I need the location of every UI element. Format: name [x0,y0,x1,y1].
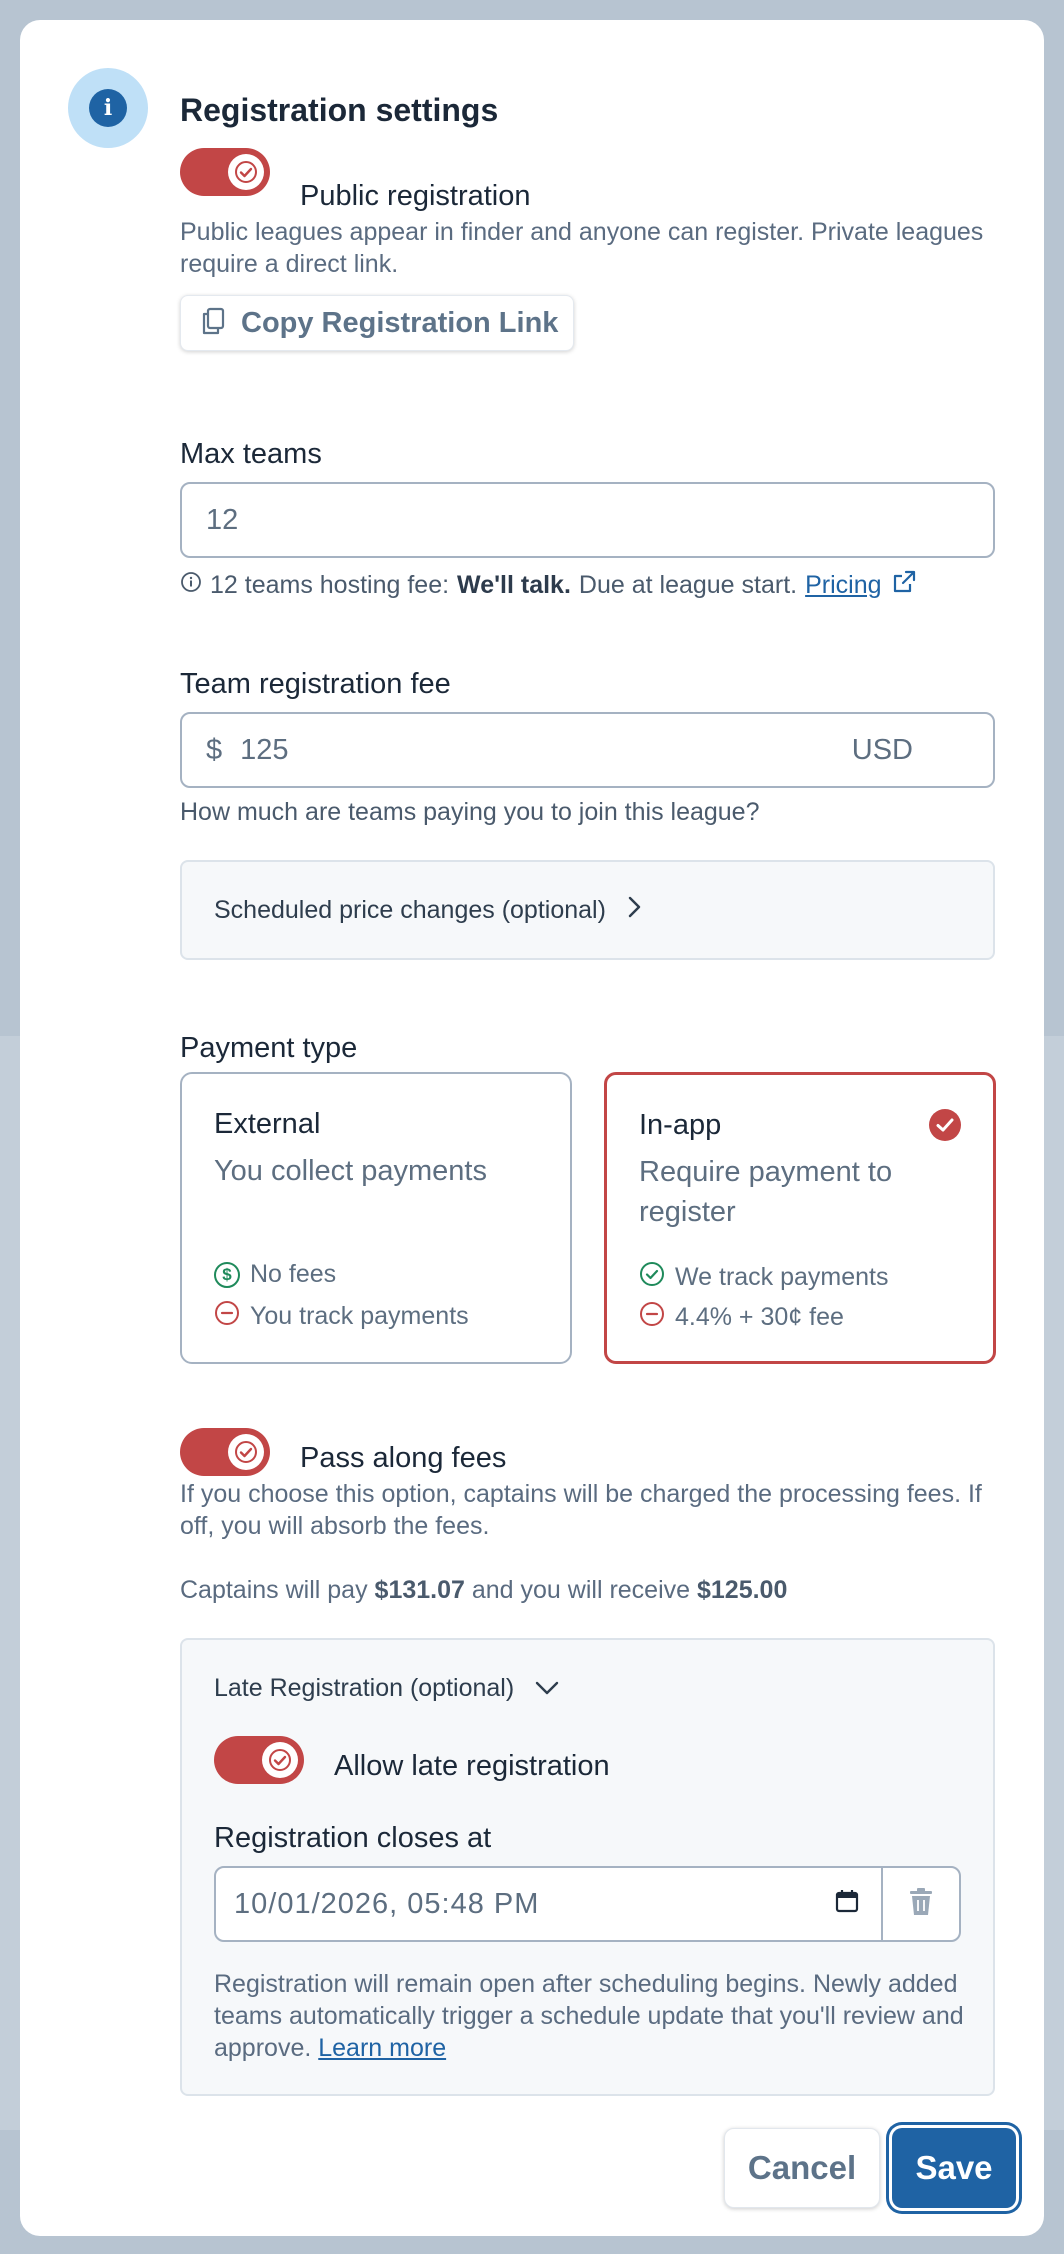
info-circle-icon [180,571,202,600]
you-receive-amount: $125.00 [697,1576,788,1604]
scheduled-price-changes-label: Scheduled price changes (optional) [214,896,606,924]
captain-pays-amount: $131.07 [374,1576,465,1604]
payment-option-con-text: You track payments [250,1302,469,1330]
late-registration-toggle[interactable] [214,1736,304,1784]
datetime-value: 10/01/2026, 05:48 PM [234,1887,540,1920]
team-fee-hint: How much are teams paying you to join th… [180,798,760,826]
selected-check-icon [929,1109,961,1146]
payment-option-pro: $ No fees [214,1260,336,1289]
learn-more-link[interactable]: Learn more [318,2034,446,2062]
payment-option-external[interactable]: External You collect payments $ No fees … [180,1072,572,1364]
registration-closes-field: 10/01/2026, 05:48 PM [214,1866,961,1942]
payment-type-label: Payment type [180,1032,358,1064]
save-button[interactable]: Save [892,2128,1016,2208]
payment-option-in-app[interactable]: In-app Require payment to register We tr… [604,1072,996,1364]
team-fee-input[interactable]: $ 125 USD [180,712,995,788]
pass-fees-description: If you choose this option, captains will… [180,1480,982,1540]
payment-option-title: In-app [639,1109,722,1141]
payment-option-pro: We track payments [639,1261,889,1294]
check-icon [262,1742,298,1778]
public-registration-toggle[interactable] [180,148,270,196]
payment-option-pro-text: No fees [250,1260,337,1288]
max-teams-label: Max teams [180,438,322,470]
payment-option-description: Require payment to register [639,1156,893,1228]
info-badge: i [68,68,148,148]
check-icon [228,154,264,190]
fee-summary-prefix: Captains will pay [180,1576,368,1604]
pass-fees-label: Pass along fees [300,1442,507,1474]
late-registration-title: Late Registration (optional) [214,1674,515,1702]
datetime-input[interactable]: 10/01/2026, 05:48 PM [216,1868,881,1940]
check-icon [228,1434,264,1470]
late-registration-header[interactable]: Late Registration (optional) [214,1674,560,1703]
trash-icon [908,1887,934,1922]
pass-fees-toggle[interactable] [180,1428,270,1476]
copy-registration-link-button[interactable]: Copy Registration Link [180,295,574,351]
team-fee-value: 125 [240,733,289,766]
calendar-icon[interactable] [835,1888,859,1921]
hosting-fee-amount: We'll talk. [457,571,571,599]
hosting-fee-hint: 12 teams hosting fee: We'll talk. Due at… [180,568,918,603]
hosting-fee-suffix: Due at league start. [578,571,798,599]
max-teams-input[interactable]: 12 [180,482,995,558]
registration-settings-modal: i Registration settings Public registrat… [20,20,1044,2236]
payment-option-con: You track payments [214,1300,469,1333]
chevron-down-icon [534,1674,560,1703]
currency-symbol: $ [206,733,223,766]
check-circle-icon [639,1261,665,1294]
modal-title: Registration settings [180,92,499,128]
team-fee-label: Team registration fee [180,668,451,700]
fee-summary: Captains will pay $131.07 and you will r… [180,1574,787,1606]
cancel-button[interactable]: Cancel [724,2128,880,2208]
external-link-icon[interactable] [890,568,918,603]
registration-closes-label: Registration closes at [214,1822,492,1854]
late-registration-panel: Late Registration (optional) Allow late … [180,1638,995,2096]
copy-icon [199,306,227,341]
info-icon: i [89,89,127,127]
payment-option-con: 4.4% + 30¢ fee [639,1301,844,1334]
pricing-link[interactable]: Pricing [805,571,881,600]
payment-option-description: You collect payments [214,1155,487,1187]
payment-option-con-text: 4.4% + 30¢ fee [675,1303,844,1331]
public-registration-description: Public leagues appear in finder and anyo… [180,218,984,278]
payment-option-pro-text: We track payments [675,1263,889,1291]
max-teams-value: 12 [206,503,239,536]
copy-button-label: Copy Registration Link [241,306,559,339]
delete-date-button[interactable] [881,1868,959,1940]
dollar-icon: $ [214,1261,240,1288]
late-registration-label: Allow late registration [334,1750,610,1782]
scheduled-price-changes[interactable]: Scheduled price changes (optional) [180,860,995,960]
fee-summary-mid: and you will receive [471,1576,691,1604]
hosting-fee-prefix: 12 teams hosting fee: [210,571,450,599]
currency-code: USD [851,733,913,766]
public-registration-label: Public registration [300,180,531,212]
payment-option-title: External [214,1108,321,1140]
minus-circle-icon [639,1301,665,1334]
chevron-right-icon [626,895,642,926]
late-registration-note: Registration will remain open after sche… [214,1968,974,2064]
minus-circle-icon [214,1300,240,1333]
